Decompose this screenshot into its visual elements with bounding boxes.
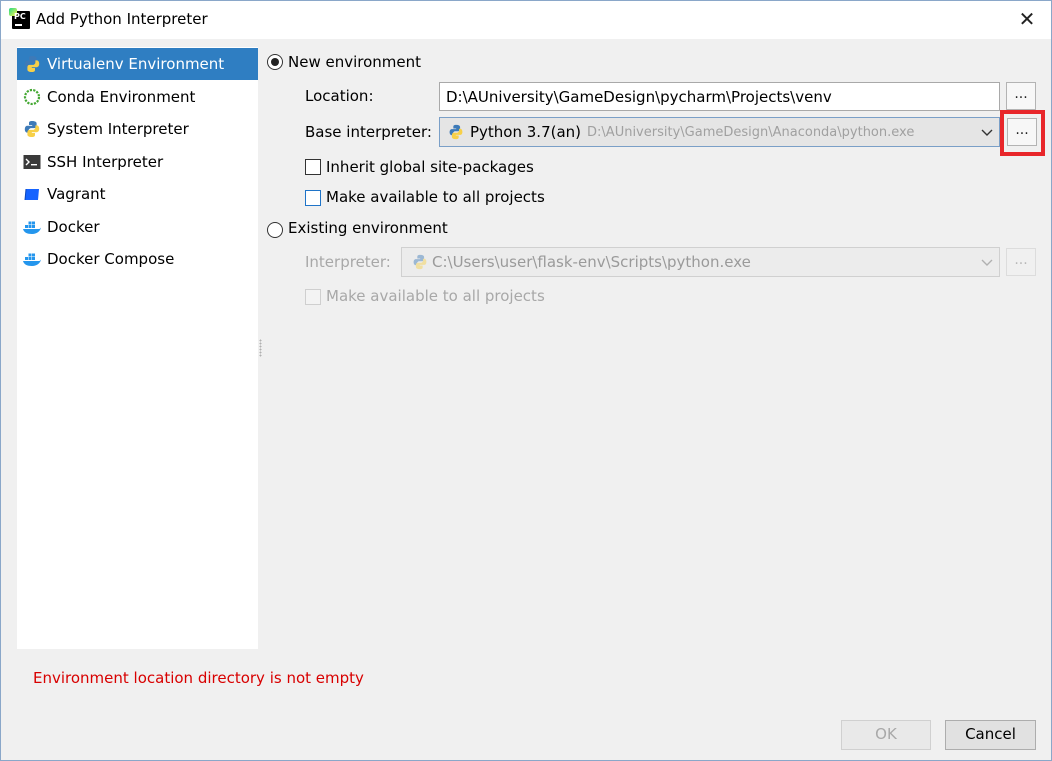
sidebar-item-conda[interactable]: Conda Environment (17, 81, 258, 113)
docker-icon (21, 217, 43, 237)
existing-interpreter-browse-button[interactable]: ... (1006, 248, 1036, 276)
base-interpreter-label: Base interpreter: (305, 123, 432, 141)
vagrant-icon (21, 184, 43, 204)
sidebar-item-virtualenv[interactable]: Virtualenv Environment (17, 48, 258, 80)
location-value: D:\AUniversity\GameDesign\pycharm\Projec… (446, 87, 832, 106)
sidebar-item-docker[interactable]: Docker (17, 211, 258, 243)
existing-interpreter-dropdown[interactable]: C:\Users\user\flask-env\Scripts\python.e… (401, 247, 1000, 277)
docker-compose-icon (21, 249, 43, 269)
make-available-checkbox[interactable] (305, 190, 321, 206)
new-environment-radio[interactable] (267, 54, 283, 70)
highlight-box (1000, 110, 1045, 156)
sidebar-item-label: System Interpreter (47, 120, 189, 138)
ok-button[interactable]: OK (841, 720, 931, 750)
window-title: Add Python Interpreter (36, 10, 208, 28)
virtualenv-icon (21, 54, 43, 74)
interpreter-type-list: Virtualenv Environment Conda Environment… (17, 47, 258, 649)
location-browse-button[interactable]: ... (1006, 82, 1036, 110)
location-input[interactable]: D:\AUniversity\GameDesign\pycharm\Projec… (439, 82, 1000, 111)
base-interpreter-dropdown[interactable]: Python 3.7(an) D:\AUniversity\GameDesign… (439, 117, 1000, 147)
sidebar-item-label: Docker (47, 218, 100, 236)
terminal-icon (21, 152, 43, 172)
existing-environment-radio[interactable] (267, 222, 283, 238)
sidebar-item-ssh[interactable]: SSH Interpreter (17, 146, 258, 178)
python-icon (412, 254, 428, 270)
add-python-interpreter-dialog: PC Add Python Interpreter ✕ Virtualenv E… (0, 0, 1052, 761)
splitter-handle[interactable] (259, 339, 262, 357)
sidebar-item-label: Conda Environment (47, 88, 196, 106)
inherit-site-packages-label: Inherit global site-packages (326, 158, 534, 176)
location-label: Location: (305, 87, 374, 105)
base-interpreter-path: D:\AUniversity\GameDesign\Anaconda\pytho… (587, 124, 915, 140)
python-icon (21, 119, 43, 139)
base-interpreter-name: Python 3.7(an) (470, 123, 582, 141)
error-message: Environment location directory is not em… (33, 669, 364, 687)
python-icon (448, 124, 464, 140)
conda-icon (21, 87, 43, 107)
chevron-down-icon (981, 129, 993, 136)
cancel-button[interactable]: Cancel (945, 720, 1036, 750)
existing-interpreter-value: C:\Users\user\flask-env\Scripts\python.e… (432, 253, 751, 271)
sidebar-item-label: Docker Compose (47, 250, 175, 268)
sidebar-item-label: Virtualenv Environment (47, 55, 225, 73)
make-available-label: Make available to all projects (326, 188, 545, 206)
title-bar: PC Add Python Interpreter ✕ (1, 1, 1051, 39)
inherit-site-packages-checkbox[interactable] (305, 159, 321, 175)
chevron-down-icon (981, 259, 993, 266)
sidebar-item-system[interactable]: System Interpreter (17, 113, 258, 145)
existing-environment-label: Existing environment (288, 219, 448, 237)
existing-make-available-label: Make available to all projects (326, 287, 545, 305)
sidebar-item-vagrant[interactable]: Vagrant (17, 178, 258, 210)
pycharm-app-icon: PC (9, 8, 30, 29)
existing-make-available-checkbox[interactable] (305, 289, 321, 305)
close-icon[interactable]: ✕ (1017, 9, 1037, 29)
new-environment-label: New environment (288, 53, 422, 71)
sidebar-item-docker-compose[interactable]: Docker Compose (17, 243, 258, 275)
sidebar-item-label: Vagrant (47, 185, 106, 203)
sidebar-item-label: SSH Interpreter (47, 153, 164, 171)
interpreter-label: Interpreter: (305, 253, 391, 271)
